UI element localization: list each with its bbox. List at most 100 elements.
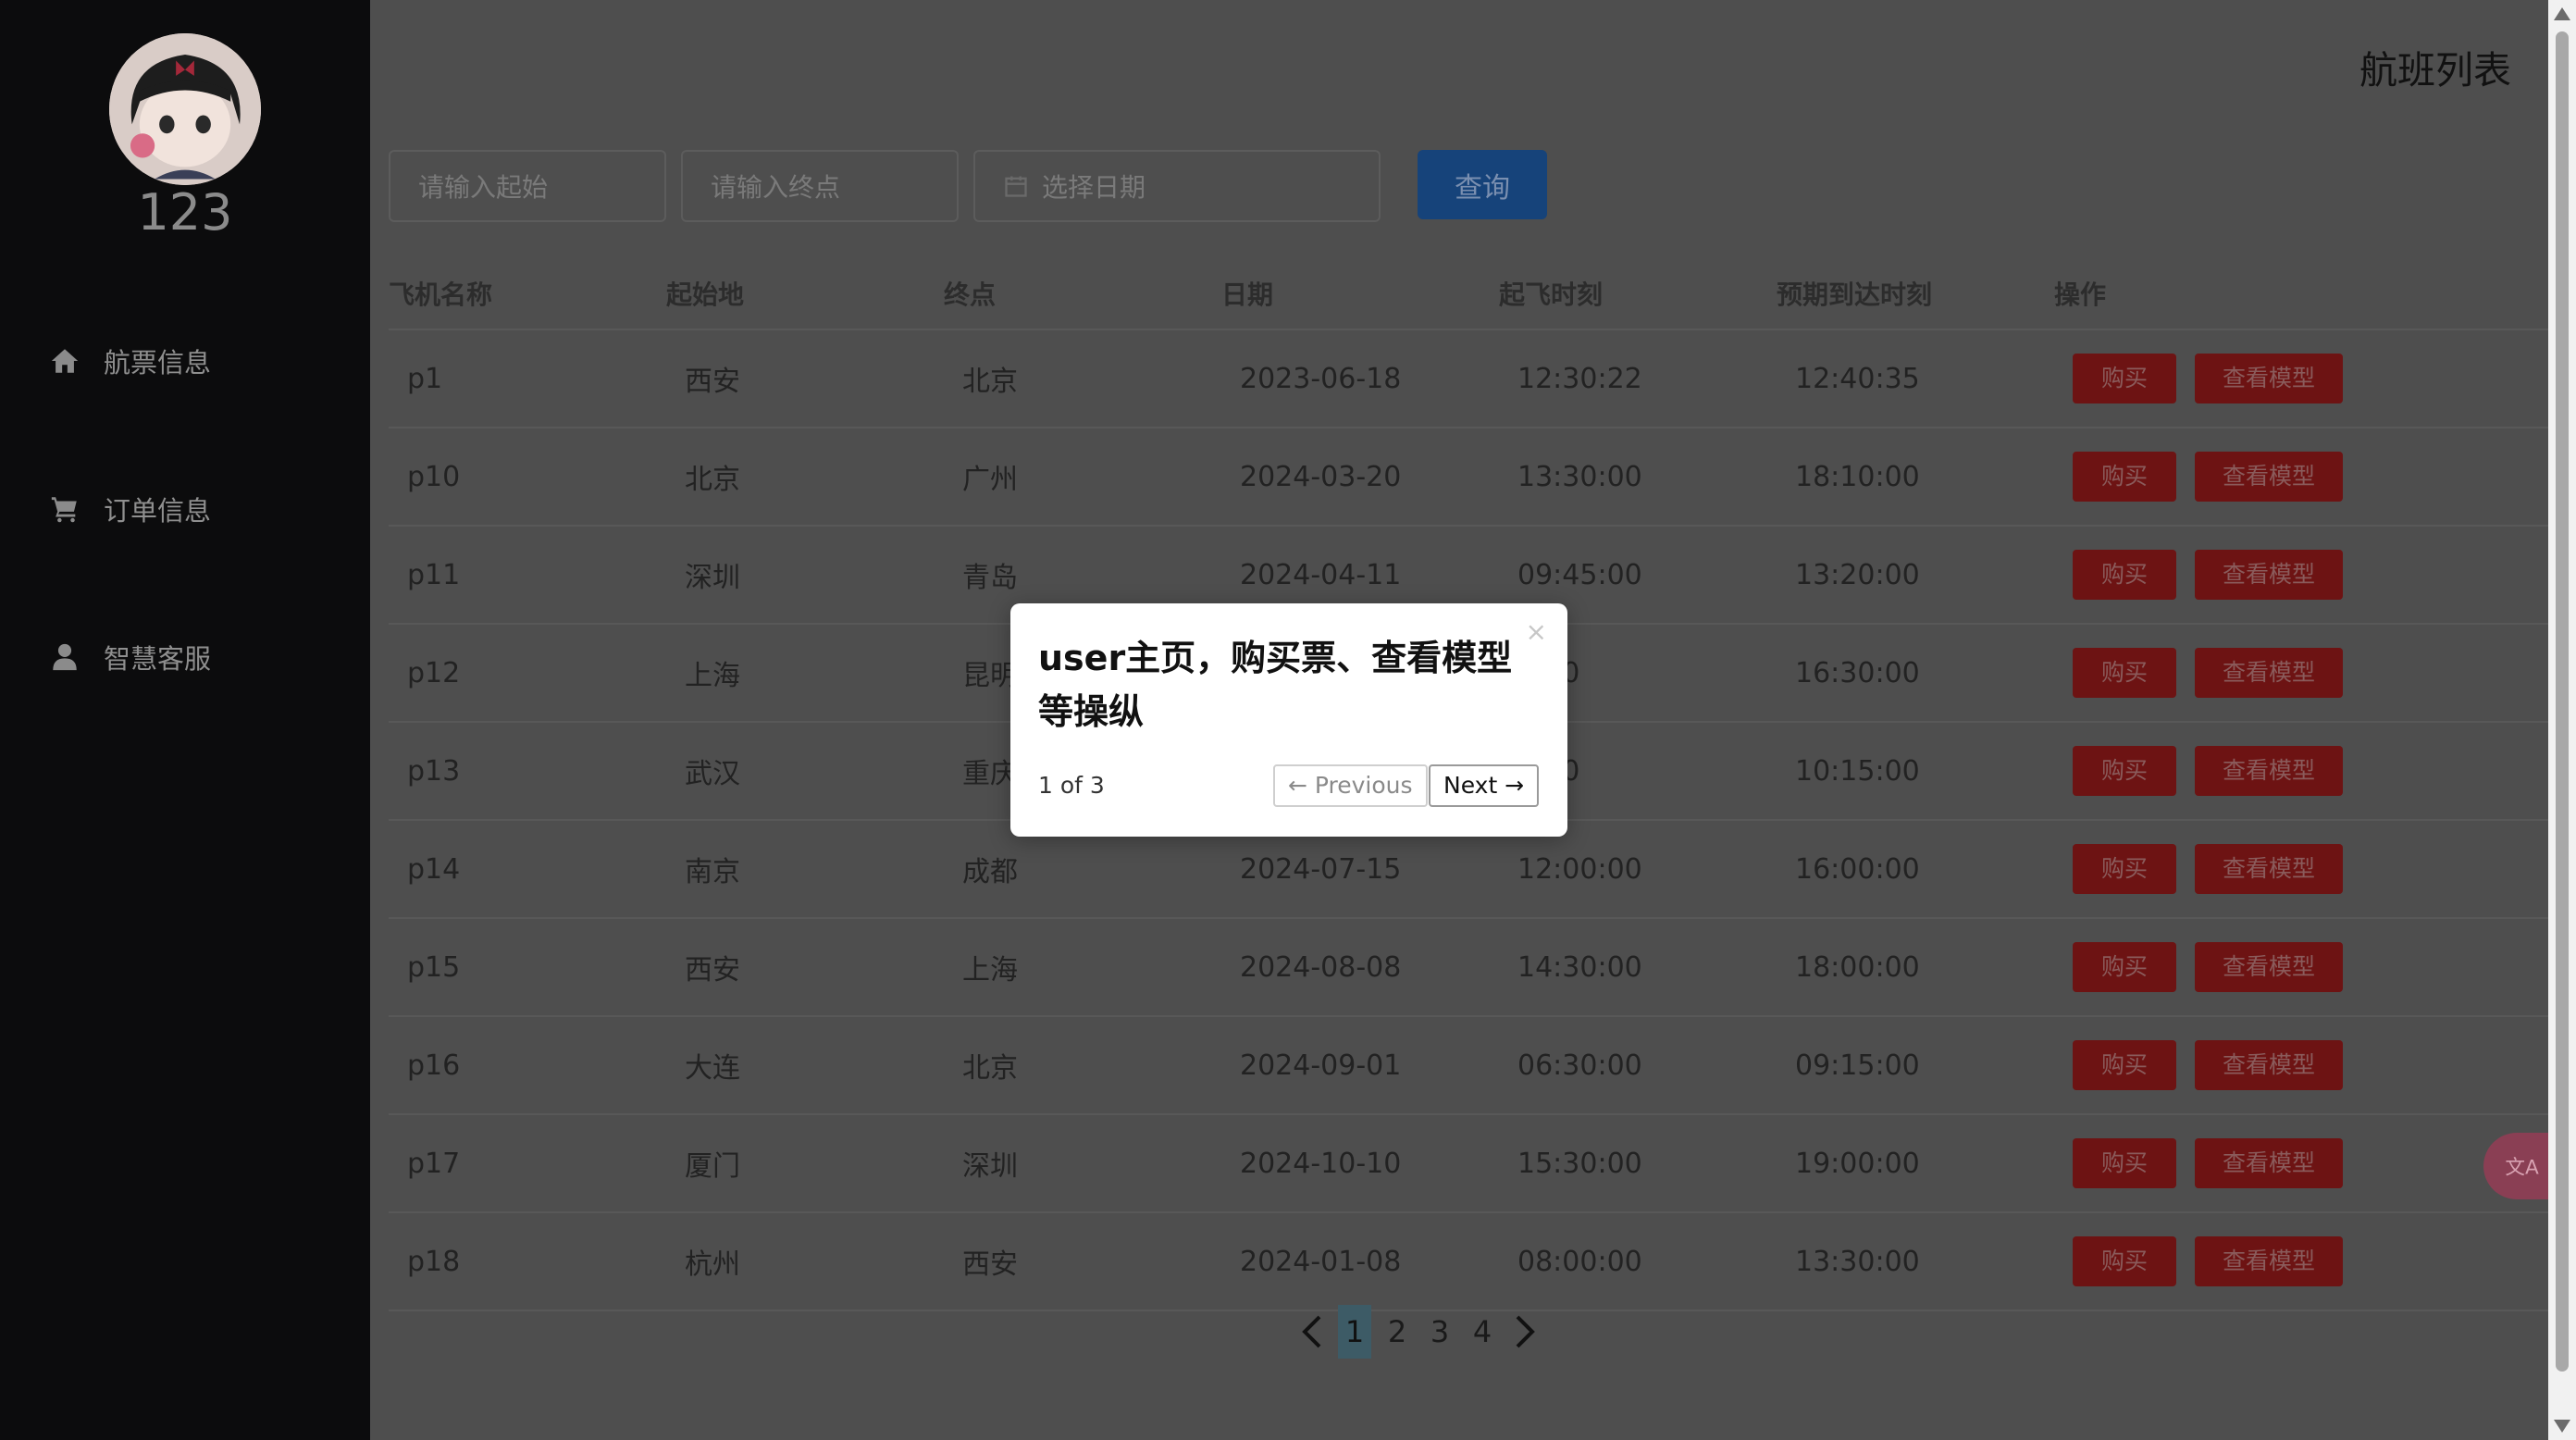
page-4-button[interactable]: 4 [1466, 1305, 1499, 1359]
destination-input[interactable]: 请输入终点 [681, 150, 959, 222]
buy-button[interactable]: 购买 [2073, 746, 2176, 796]
cell-destination: 北京 [944, 329, 1221, 428]
cell-actions: 购买 查看模型 [2054, 1212, 2576, 1311]
translate-button[interactable]: 文A [2483, 1133, 2557, 1199]
cell-arrival-time: 10:15:00 [1777, 722, 2054, 821]
cell-actions: 购买 查看模型 [2054, 820, 2576, 919]
buy-button[interactable]: 购买 [2073, 550, 2176, 600]
nav-item-order-info[interactable]: 订单信息 [48, 481, 211, 537]
cell-flight-name: p14 [389, 820, 666, 919]
page-2-button[interactable]: 2 [1381, 1305, 1414, 1359]
buy-button[interactable]: 购买 [2073, 1040, 2176, 1090]
cell-flight-name: p17 [389, 1114, 666, 1213]
view-model-button[interactable]: 查看模型 [2195, 746, 2343, 796]
cell-arrival-time: 18:00:00 [1777, 918, 2054, 1017]
cell-destination: 北京 [944, 1016, 1221, 1115]
table-row: p15 西安 上海 2024-08-08 14:30:00 18:00:00 购买 查看模型 [389, 918, 2576, 1017]
cell-destination: 广州 [944, 428, 1221, 527]
cell-actions: 购买 查看模型 [2054, 428, 2576, 527]
view-model-button[interactable]: 查看模型 [2195, 648, 2343, 698]
nav-item-label: 航票信息 [104, 347, 212, 379]
cell-origin: 武汉 [666, 722, 944, 821]
cell-arrival-time: 13:30:00 [1777, 1212, 2054, 1311]
app-window: 123 航票信息 订单信息 智慧客服 航班列表 请输入起始 请输入终点 选择日期… [0, 0, 2576, 1440]
popover-progress: 1 of 3 [1038, 772, 1105, 799]
cell-actions: 购买 查看模型 [2054, 918, 2576, 1017]
page-3-button[interactable]: 3 [1423, 1305, 1456, 1359]
cell-actions: 购买 查看模型 [2054, 722, 2576, 821]
avatar[interactable] [109, 33, 261, 185]
date-placeholder: 选择日期 [1042, 172, 1146, 203]
cell-date: 2024-01-08 [1221, 1212, 1499, 1311]
view-model-button[interactable]: 查看模型 [2195, 942, 2343, 992]
buy-button[interactable]: 购买 [2073, 1236, 2176, 1286]
scroll-thumb[interactable] [2556, 31, 2569, 1372]
previous-button[interactable]: ← Previous [1273, 764, 1428, 807]
cell-departure-time: 06:30:00 [1499, 1016, 1777, 1115]
nav-item-flight-info[interactable]: 航票信息 [48, 333, 211, 389]
nav-item-smart-service[interactable]: 智慧客服 [48, 629, 211, 685]
date-picker[interactable]: 选择日期 [973, 150, 1381, 222]
buy-button[interactable]: 购买 [2073, 942, 2176, 992]
cell-arrival-time: 18:10:00 [1777, 428, 2054, 527]
view-model-button[interactable]: 查看模型 [2195, 1236, 2343, 1286]
buy-button[interactable]: 购买 [2073, 452, 2176, 502]
view-model-button[interactable]: 查看模型 [2195, 354, 2343, 403]
next-page-button[interactable] [1508, 1305, 1542, 1359]
view-model-button[interactable]: 查看模型 [2195, 452, 2343, 502]
search-button[interactable]: 查询 [1418, 150, 1547, 219]
svg-text:文A: 文A [2505, 1156, 2539, 1179]
cell-date: 2024-08-08 [1221, 918, 1499, 1017]
origin-placeholder: 请输入起始 [418, 172, 549, 203]
pagination: 1 2 3 4 [1295, 1305, 1542, 1359]
cell-arrival-time: 16:00:00 [1777, 820, 2054, 919]
prev-page-button[interactable] [1295, 1305, 1329, 1359]
view-model-button[interactable]: 查看模型 [2195, 550, 2343, 600]
sidebar: 123 航票信息 订单信息 智慧客服 [0, 0, 370, 1440]
cell-destination: 西安 [944, 1212, 1221, 1311]
cell-arrival-time: 13:20:00 [1777, 526, 2054, 625]
avatar-image [109, 33, 261, 185]
cell-date: 2024-03-20 [1221, 428, 1499, 527]
cell-actions: 购买 查看模型 [2054, 329, 2576, 428]
origin-input[interactable]: 请输入起始 [389, 150, 666, 222]
cell-arrival-time: 19:00:00 [1777, 1114, 2054, 1213]
cell-date: 2024-09-01 [1221, 1016, 1499, 1115]
view-model-button[interactable]: 查看模型 [2195, 1138, 2343, 1188]
user-icon [48, 640, 81, 674]
cell-actions: 购买 查看模型 [2054, 624, 2576, 723]
chevron-left-icon [1302, 1315, 1321, 1348]
cell-flight-name: p10 [389, 428, 666, 527]
page-title: 航班列表 [2359, 48, 2511, 93]
cell-flight-name: p18 [389, 1212, 666, 1311]
header-arrival-time: 预期到达时刻 [1777, 257, 2054, 330]
scroll-up-arrow-icon[interactable] [2554, 7, 2570, 20]
cell-arrival-time: 12:40:35 [1777, 329, 2054, 428]
cell-departure-time: 08:00:00 [1499, 1212, 1777, 1311]
table-row: p1 西安 北京 2023-06-18 12:30:22 12:40:35 购买 查看模型 [389, 329, 2576, 428]
header-actions: 操作 [2054, 257, 2576, 330]
buy-button[interactable]: 购买 [2073, 844, 2176, 894]
view-model-button[interactable]: 查看模型 [2195, 844, 2343, 894]
buy-button[interactable]: 购买 [2073, 354, 2176, 403]
buy-button[interactable]: 购买 [2073, 1138, 2176, 1188]
table-header-row: 飞机名称 起始地 终点 日期 起飞时刻 预期到达时刻 操作 [389, 257, 2576, 330]
header-departure-time: 起飞时刻 [1499, 257, 1777, 330]
buy-button[interactable]: 购买 [2073, 648, 2176, 698]
table-row: p17 厦门 深圳 2024-10-10 15:30:00 19:00:00 购买 查看模型 [389, 1114, 2576, 1213]
calendar-icon [1003, 173, 1029, 199]
cell-flight-name: p12 [389, 624, 666, 723]
cell-date: 2024-10-10 [1221, 1114, 1499, 1213]
cell-destination: 上海 [944, 918, 1221, 1017]
chevron-right-icon [1516, 1315, 1535, 1348]
view-model-button[interactable]: 查看模型 [2195, 1040, 2343, 1090]
cell-departure-time: 13:30:00 [1499, 428, 1777, 527]
translate-icon: 文A [2505, 1156, 2539, 1179]
vertical-scrollbar[interactable] [2548, 0, 2576, 1440]
scroll-down-arrow-icon[interactable] [2554, 1420, 2570, 1433]
next-button[interactable]: Next → [1429, 764, 1540, 807]
destination-placeholder: 请输入终点 [711, 172, 841, 203]
header-date: 日期 [1221, 257, 1499, 330]
cell-arrival-time: 09:15:00 [1777, 1016, 2054, 1115]
page-1-button[interactable]: 1 [1338, 1305, 1371, 1359]
